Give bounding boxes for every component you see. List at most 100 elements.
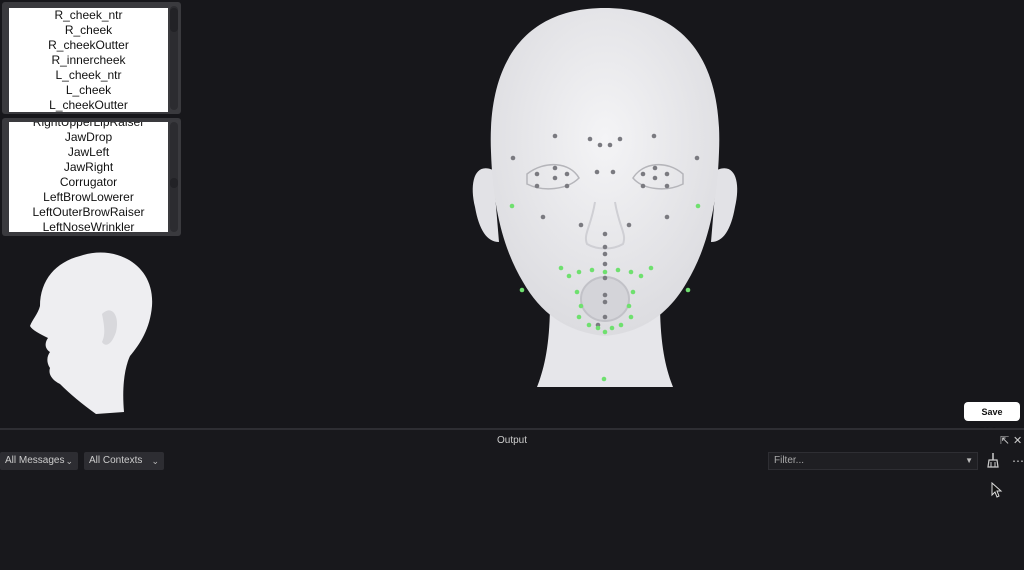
face-landmark-point[interactable] [578,222,584,228]
active-landmark-point[interactable] [595,325,601,331]
face-landmark-point[interactable] [602,231,608,237]
facs-list[interactable]: RightUpperLipRaiser JawDrop JawLeft JawRigh… [9,122,168,232]
face-landmark-point[interactable] [602,292,608,298]
active-landmark-point[interactable] [578,303,584,309]
face-landmark-point[interactable] [597,142,603,148]
facs-list-item[interactable]: LeftNoseWrinkler [9,220,168,232]
face-landmark-point[interactable] [626,222,632,228]
active-landmark-point[interactable] [695,203,701,209]
face-landmark-point[interactable] [594,169,600,175]
face-landmark-point[interactable] [640,171,646,177]
face-landmark-point[interactable] [534,171,540,177]
chevron-down-icon: ⌄ [65,456,73,466]
active-landmark-point[interactable] [576,269,582,275]
active-landmark-point[interactable] [628,314,634,320]
blendshape-list-item[interactable]: R_cheek_ntr [9,8,168,23]
facs-list-item[interactable]: JawLeft [9,145,168,160]
face-landmark-point[interactable] [602,275,608,281]
face-landmark-point[interactable] [602,314,608,320]
face-landmark-point[interactable] [552,175,558,181]
face-landmark-point[interactable] [564,171,570,177]
contexts-filter-value: All Contexts [89,455,143,466]
blendshape-list-panel: R_cheek_ntr R_cheek R_cheekOutter R_innerch… [2,2,181,114]
face-landmark-point[interactable] [694,155,700,161]
face-landmark-point[interactable] [652,175,658,181]
blendshape-list-item[interactable]: R_cheekOutter [9,38,168,53]
face-landmark-point[interactable] [540,214,546,220]
blendshape-scrollbar[interactable] [170,6,178,110]
face-landmark-point[interactable] [652,165,658,171]
popout-icon[interactable]: ⇱ [1000,430,1009,452]
blendshape-list-item[interactable]: R_innercheek [9,53,168,68]
active-landmark-point[interactable] [626,303,632,309]
face-landmark-point[interactable] [587,136,593,142]
active-landmark-point[interactable] [509,203,515,209]
face-landmark-point[interactable] [564,183,570,189]
facs-list-item[interactable]: RightUpperLipRaiser [9,122,168,130]
face-landmark-point[interactable] [534,183,540,189]
output-title: Output [496,435,528,446]
face-landmark-point[interactable] [610,169,616,175]
face-landmark-point[interactable] [602,299,608,305]
active-landmark-point[interactable] [576,314,582,320]
facs-list-item[interactable]: Corrugator [9,175,168,190]
face-landmark-point[interactable] [664,183,670,189]
blendshape-list-item[interactable]: L_cheekOutter [9,98,168,112]
face-landmark-point[interactable] [552,133,558,139]
face-landmark-point[interactable] [617,136,623,142]
active-landmark-point[interactable] [618,322,624,328]
front-head-model[interactable] [455,2,755,394]
messages-filter-value: All Messages [5,455,65,466]
face-landmark-point[interactable] [640,183,646,189]
messages-filter-dropdown[interactable]: All Messages ⌄ [0,452,78,470]
facs-list-item[interactable]: LeftOuterBrowRaiser [9,205,168,220]
filter-input[interactable]: Filter... ▼ [768,452,978,470]
save-facs-button[interactable]: Save FACs: [964,402,1020,436]
active-landmark-point[interactable] [586,322,592,328]
blendshape-list[interactable]: R_cheek_ntr R_cheek R_cheekOutter R_innerch… [9,8,168,112]
contexts-filter-dropdown[interactable]: All Contexts ⌄ [84,452,164,470]
more-icon[interactable]: ⋯ [1012,452,1024,470]
face-landmark-point[interactable] [664,171,670,177]
facs-list-item[interactable]: JawDrop [9,130,168,145]
active-landmark-point[interactable] [589,267,595,273]
broom-icon[interactable] [986,452,1000,473]
active-landmark-point[interactable] [602,269,608,275]
facs-list-item[interactable]: JawRight [9,160,168,175]
chevron-down-icon: ⌄ [151,456,159,466]
active-landmark-point[interactable] [615,267,621,273]
facs-list-item[interactable]: LeftBrowLowerer [9,190,168,205]
face-landmark-point[interactable] [602,261,608,267]
active-landmark-point[interactable] [630,289,636,295]
3d-viewport[interactable]: R_cheek_ntr R_cheek R_cheekOutter R_innerch… [0,0,1024,436]
active-landmark-point[interactable] [609,325,615,331]
face-landmark-point[interactable] [607,142,613,148]
active-landmark-point[interactable] [638,273,644,279]
active-landmark-point[interactable] [558,265,564,271]
face-landmark-point[interactable] [552,165,558,171]
blendshape-list-item[interactable]: L_cheek [9,83,168,98]
active-landmark-point[interactable] [648,265,654,271]
output-toolbar: All Messages ⌄ All Contexts ⌄ Filter... … [0,452,1024,472]
face-landmark-point[interactable] [651,133,657,139]
close-icon[interactable]: ✕ [1013,430,1022,452]
active-landmark-point[interactable] [574,289,580,295]
filter-placeholder: Filter... [774,455,805,466]
face-landmark-point[interactable] [602,251,608,257]
blendshape-scroll-thumb[interactable] [170,8,178,32]
facs-scroll-thumb[interactable] [170,178,178,188]
active-landmark-point[interactable] [685,287,691,293]
blendshape-list-item[interactable]: R_cheek [9,23,168,38]
active-landmark-point[interactable] [601,376,607,382]
facs-scrollbar[interactable] [170,122,178,232]
face-landmark-point[interactable] [602,244,608,250]
face-landmark-point[interactable] [664,214,670,220]
output-header: Output ⇱ ✕ [0,430,1024,452]
face-landmark-point[interactable] [510,155,516,161]
blendshape-list-item[interactable]: L_cheek_ntr [9,68,168,83]
active-landmark-point[interactable] [628,269,634,275]
active-landmark-point[interactable] [519,287,525,293]
active-landmark-point[interactable] [566,273,572,279]
caret-down-icon: ▼ [965,456,973,465]
active-landmark-point[interactable] [602,329,608,335]
